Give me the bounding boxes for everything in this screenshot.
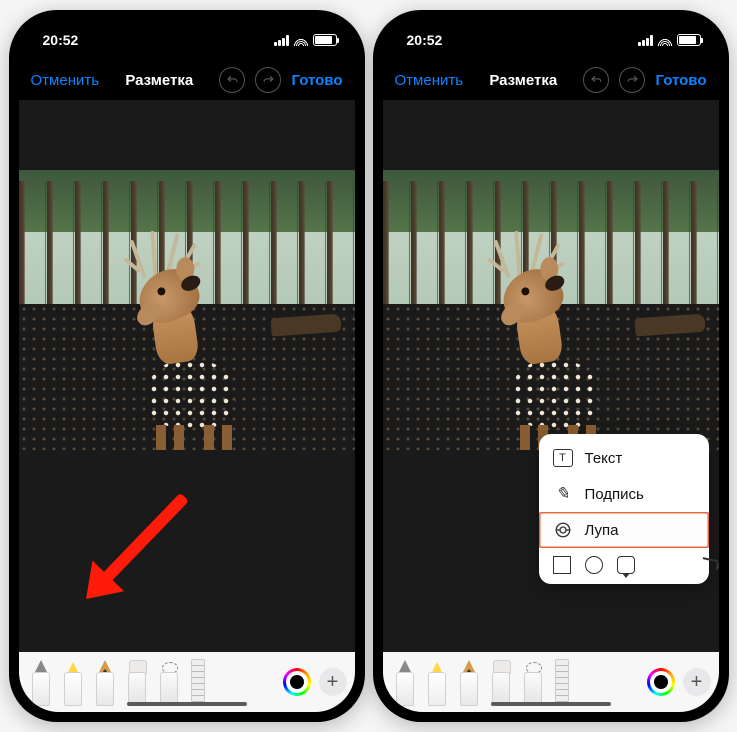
undo-button[interactable] <box>219 67 245 93</box>
lasso-tool[interactable] <box>155 658 183 706</box>
battery-icon <box>677 34 701 46</box>
menu-item-signature[interactable]: ✎ Подпись <box>539 476 709 512</box>
text-icon: T <box>553 449 573 467</box>
marker-tool[interactable] <box>59 658 87 706</box>
clock: 20:52 <box>43 32 79 48</box>
phone-frame-left: 20:52 Отменить Разметка Готово <box>9 10 365 722</box>
cellular-icon <box>638 35 653 46</box>
home-indicator[interactable] <box>491 702 611 706</box>
done-button[interactable]: Готово <box>655 72 706 89</box>
eraser-tool[interactable] <box>487 658 515 706</box>
shape-circle[interactable] <box>585 556 603 574</box>
pen-tool[interactable] <box>391 658 419 706</box>
battery-icon <box>313 34 337 46</box>
wifi-icon <box>294 35 308 46</box>
status-right <box>638 34 701 46</box>
signature-icon: ✎ <box>553 485 573 503</box>
ruler-tool[interactable] <box>191 659 205 705</box>
menu-item-text[interactable]: T Текст <box>539 440 709 476</box>
canvas-area[interactable] <box>19 100 355 652</box>
page-title: Разметка <box>125 72 193 89</box>
canvas-area[interactable]: T Текст ✎ Подпись Лупа <box>383 100 719 652</box>
redo-button[interactable] <box>619 67 645 93</box>
clock: 20:52 <box>407 32 443 48</box>
screen: 20:52 Отменить Разметка Готово <box>383 20 719 712</box>
deer-subject <box>490 271 630 441</box>
menu-item-label: Лупа <box>585 522 619 539</box>
notch <box>107 20 267 46</box>
shape-arrow[interactable] <box>696 552 718 579</box>
pencil-tool[interactable] <box>91 658 119 706</box>
deer-subject <box>126 271 266 441</box>
home-indicator[interactable] <box>127 702 247 706</box>
shapes-row <box>539 548 709 578</box>
menu-item-label: Текст <box>585 450 623 467</box>
notch <box>471 20 631 46</box>
eraser-tool[interactable] <box>123 658 151 706</box>
marker-tool[interactable] <box>423 658 451 706</box>
add-button[interactable]: + <box>683 668 711 696</box>
photo-content[interactable] <box>383 170 719 450</box>
undo-button[interactable] <box>583 67 609 93</box>
color-picker[interactable] <box>647 668 675 696</box>
lasso-tool[interactable] <box>519 658 547 706</box>
status-right <box>274 34 337 46</box>
cancel-button[interactable]: Отменить <box>395 72 464 89</box>
menu-item-label: Подпись <box>585 486 644 503</box>
pencil-tool[interactable] <box>455 658 483 706</box>
nav-bar: Отменить Разметка Готово <box>383 60 719 100</box>
color-picker[interactable] <box>283 668 311 696</box>
screen: 20:52 Отменить Разметка Готово <box>19 20 355 712</box>
shape-square[interactable] <box>553 556 571 574</box>
menu-item-magnifier[interactable]: Лупа <box>539 512 709 548</box>
shape-speech-bubble[interactable] <box>617 556 635 574</box>
photo-content[interactable] <box>19 170 355 450</box>
add-menu-popup: T Текст ✎ Подпись Лупа <box>539 434 709 584</box>
cellular-icon <box>274 35 289 46</box>
wifi-icon <box>658 35 672 46</box>
phone-frame-right: 20:52 Отменить Разметка Готово <box>373 10 729 722</box>
done-button[interactable]: Готово <box>291 72 342 89</box>
add-button[interactable]: + <box>319 668 347 696</box>
nav-bar: Отменить Разметка Готово <box>19 60 355 100</box>
pen-tool[interactable] <box>27 658 55 706</box>
page-title: Разметка <box>489 72 557 89</box>
magnifier-icon <box>553 521 573 539</box>
redo-button[interactable] <box>255 67 281 93</box>
ruler-tool[interactable] <box>555 659 569 705</box>
cancel-button[interactable]: Отменить <box>31 72 100 89</box>
